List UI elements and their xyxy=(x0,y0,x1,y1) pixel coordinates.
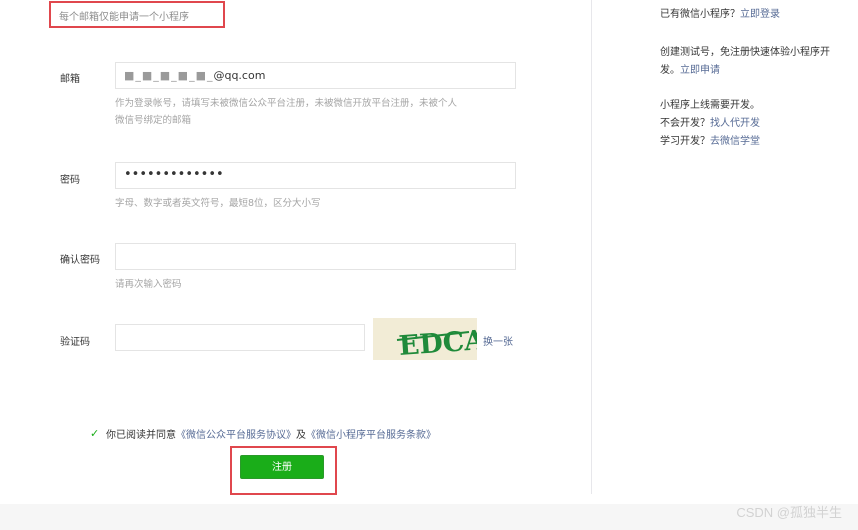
service-agreement-link[interactable]: 《微信公众平台服务协议》 xyxy=(176,426,296,441)
bottom-bar xyxy=(0,504,858,530)
agreement-prefix: 你已阅读并同意 xyxy=(106,430,176,441)
confirm-password-hint: 请再次输入密码 xyxy=(115,279,182,290)
password-label: 密码 xyxy=(60,175,80,186)
captcha-graphic: EDCA xyxy=(396,325,477,360)
register-page: 每个邮箱仅能申请一个小程序 邮箱 ■_■_■_■_■_@qq.com 作为登录帐… xyxy=(0,0,858,530)
sidebar-test-text-end: 发。 xyxy=(660,65,680,76)
captcha-glyph-1: EDCA xyxy=(398,325,477,360)
email-hint-line1: 作为登录帐号，请填写未被微信公众平台注册，未被微信开放平台注册，未被个人 xyxy=(115,98,458,109)
vertical-divider xyxy=(591,0,592,494)
find-developer-link[interactable]: 找人代开发 xyxy=(710,118,760,129)
password-hint: 字母、数字或者英文符号，最短8位，区分大小写 xyxy=(115,198,321,209)
sidebar-learn-row: 学习开发？去微信学堂 xyxy=(660,133,760,151)
password-field[interactable]: ••••••••••••• xyxy=(115,162,516,189)
wechat-academy-link[interactable]: 去微信学堂 xyxy=(710,136,760,147)
sidebar-outsource-row: 不会开发？找人代开发 xyxy=(660,115,760,133)
email-hint: 作为登录帐号，请填写未被微信公众平台注册，未被微信开放平台注册，未被个人 微信号… xyxy=(115,95,457,129)
sidebar-dev-help: 小程序上线需要开发。 不会开发？找人代开发 学习开发？去微信学堂 xyxy=(660,97,760,151)
sidebar-login-text: 已有微信小程序？ xyxy=(660,9,740,20)
email-label: 邮箱 xyxy=(60,74,80,85)
login-link[interactable]: 立即登录 xyxy=(740,9,780,20)
email-domain: @qq.com xyxy=(213,69,266,82)
mini-program-terms-link[interactable]: 《微信小程序平台服务条款》 xyxy=(306,426,436,441)
confirm-password-label: 确认密码 xyxy=(60,255,100,266)
sidebar-outsource-text: 不会开发？ xyxy=(660,118,710,129)
sidebar-dev-intro: 小程序上线需要开发。 xyxy=(660,100,760,111)
checkmark-icon[interactable]: ✓ xyxy=(90,428,101,439)
notice-text: 每个邮箱仅能申请一个小程序 xyxy=(59,12,189,23)
email-hint-line2: 微信号绑定的邮箱 xyxy=(115,115,192,126)
captcha-refresh-link[interactable]: 换一张 xyxy=(483,333,513,348)
captcha-label: 验证码 xyxy=(60,337,90,348)
agreement-and: 及 xyxy=(296,430,306,441)
sidebar-test-account: 创建测试号，免注册快速体验小程序开 发。立即申请 xyxy=(660,44,830,80)
email-masked-part: ■_■_■_■_■_ xyxy=(124,69,214,82)
csdn-watermark: CSDN @孤独半生 xyxy=(736,505,842,520)
sidebar-learn-text: 学习开发？ xyxy=(660,136,710,147)
sidebar-test-row: 发。立即申请 xyxy=(660,62,830,80)
register-button[interactable]: 注册 xyxy=(240,455,324,479)
confirm-password-field[interactable] xyxy=(115,243,516,270)
captcha-image[interactable]: EDCA xyxy=(373,318,477,360)
sidebar-test-text: 创建测试号，免注册快速体验小程序开 xyxy=(660,47,830,58)
sidebar-login-row: 已有微信小程序？立即登录 xyxy=(660,6,780,24)
agreement-row: ✓ 你已阅读并同意 《微信公众平台服务协议》 及 《微信小程序平台服务条款》 xyxy=(90,426,436,441)
apply-now-link[interactable]: 立即申请 xyxy=(680,65,720,76)
email-field[interactable]: ■_■_■_■_■_@qq.com xyxy=(115,62,516,89)
captcha-input[interactable] xyxy=(115,324,365,351)
